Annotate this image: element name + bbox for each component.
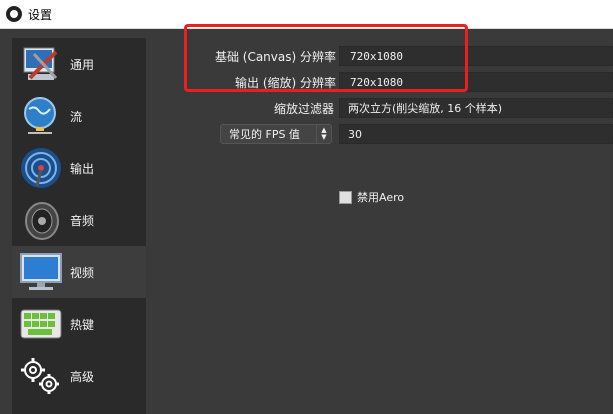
sidebar-item-hotkeys[interactable]: 热键 <box>12 298 146 350</box>
sidebar-item-output[interactable]: 输出 <box>12 142 146 194</box>
video-monitor-icon <box>16 250 66 294</box>
window-title: 设置 <box>28 7 53 22</box>
general-settings-icon <box>16 42 66 86</box>
sidebar-item-label: 高级 <box>70 369 95 384</box>
fps-type-spinner-icon[interactable]: ▲ ▼ <box>316 125 331 143</box>
audio-speaker-icon <box>16 198 66 242</box>
hotkeys-keyboard-icon <box>16 302 66 346</box>
fps-value-select[interactable]: 30 <box>339 124 613 144</box>
disable-aero-label: 禁用Aero <box>357 191 405 204</box>
sidebar-item-label: 热键 <box>70 317 95 332</box>
sidebar-item-label: 通用 <box>70 57 95 72</box>
sidebar-item-label: 流 <box>70 109 83 124</box>
sidebar-item-audio[interactable]: 音频 <box>12 194 146 246</box>
settings-window: 通用 流 输出 音频 视频 热键 高级 基础 (Canvas) 分辨率 720x… <box>0 24 613 414</box>
output-broadcast-icon <box>16 146 66 190</box>
sidebar-item-general[interactable]: 通用 <box>12 38 146 90</box>
stream-globe-icon <box>16 94 66 138</box>
sidebar-item-label: 输出 <box>70 161 95 176</box>
fps-type-select[interactable]: 常见的 FPS 值 ▲ ▼ <box>220 124 332 144</box>
downscale-filter-label: 缩放过滤器 <box>273 101 334 116</box>
obs-logo-icon <box>6 6 22 22</box>
fps-type-label: 常见的 FPS 值 <box>229 128 300 141</box>
sidebar-item-label: 音频 <box>70 213 95 228</box>
advanced-gears-icon <box>16 354 66 398</box>
disable-aero-row: 禁用Aero <box>339 189 404 205</box>
sidebar-item-stream[interactable]: 流 <box>12 90 146 142</box>
sidebar-item-video[interactable]: 视频 <box>12 246 146 298</box>
disable-aero-checkbox[interactable] <box>339 190 352 204</box>
sidebar-item-advanced[interactable]: 高级 <box>12 350 146 402</box>
settings-sidebar: 通用 流 输出 音频 视频 热键 高级 <box>12 38 146 414</box>
downscale-filter-row: 缩放过滤器 <box>146 97 334 119</box>
highlight-box <box>184 24 468 92</box>
downscale-filter-select[interactable]: 两次立方(削尖缩放, 16 个样本) <box>339 98 613 118</box>
video-settings-panel: 基础 (Canvas) 分辨率 720x1080 输出 (缩放) 分辨率 720… <box>146 24 613 414</box>
sidebar-item-label: 视频 <box>70 265 95 280</box>
